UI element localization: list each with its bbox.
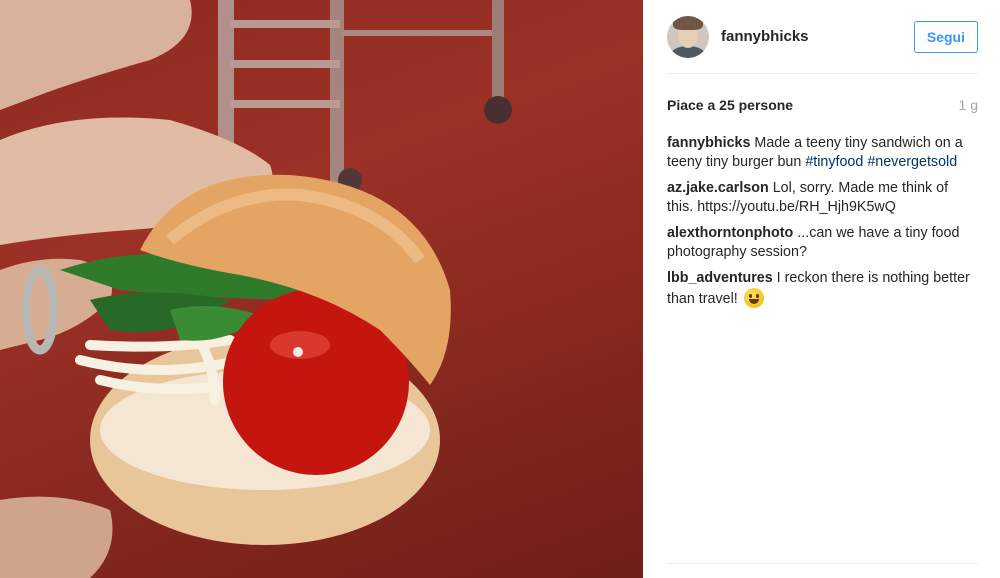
comment-author[interactable]: lbb_adventures bbox=[667, 270, 773, 286]
likes-suffix: persone bbox=[738, 97, 794, 113]
comment-author[interactable]: alexthorntonphoto bbox=[667, 225, 793, 241]
comment-author[interactable]: fannybhicks bbox=[667, 135, 750, 151]
smiley-emoji-icon bbox=[743, 288, 764, 308]
post-photo[interactable] bbox=[0, 0, 643, 578]
hashtag-link[interactable]: #nevergetsold bbox=[867, 154, 957, 170]
follow-button[interactable]: Segui bbox=[913, 20, 978, 53]
likes-prefix: Piace a bbox=[667, 97, 716, 113]
likes-count[interactable]: Piace a 25 persone bbox=[667, 97, 793, 113]
author-username[interactable]: fannybhicks bbox=[721, 28, 914, 45]
instagram-post-view: fannybhicks Segui Piace a 25 persone 1 g… bbox=[0, 0, 1000, 578]
comment: alexthorntonphoto ...can we have a tiny f… bbox=[667, 224, 978, 262]
comment-author[interactable]: az.jake.carlson bbox=[667, 180, 769, 196]
comment: lbb_adventures I reckon there is nothing … bbox=[667, 269, 978, 309]
avatar[interactable] bbox=[667, 15, 709, 58]
comments-list: fannybhicks Made a teeny tiny sandwich on… bbox=[667, 134, 978, 316]
comment: az.jake.carlson Lol, sorry. Made me think… bbox=[667, 179, 978, 217]
post-timestamp[interactable]: 1 g bbox=[959, 97, 978, 113]
likes-row: Piace a 25 persone 1 g bbox=[667, 95, 978, 115]
hashtag-link[interactable]: #tinyfood bbox=[805, 154, 863, 170]
comment-caption: fannybhicks Made a teeny tiny sandwich on… bbox=[667, 134, 978, 172]
divider bbox=[667, 563, 978, 564]
sandwich-photo-illustration bbox=[0, 0, 512, 578]
post-side-panel: fannybhicks Segui Piace a 25 persone 1 g… bbox=[643, 0, 1000, 578]
likes-number: 25 bbox=[719, 97, 735, 113]
post-header: fannybhicks Segui bbox=[667, 0, 978, 74]
